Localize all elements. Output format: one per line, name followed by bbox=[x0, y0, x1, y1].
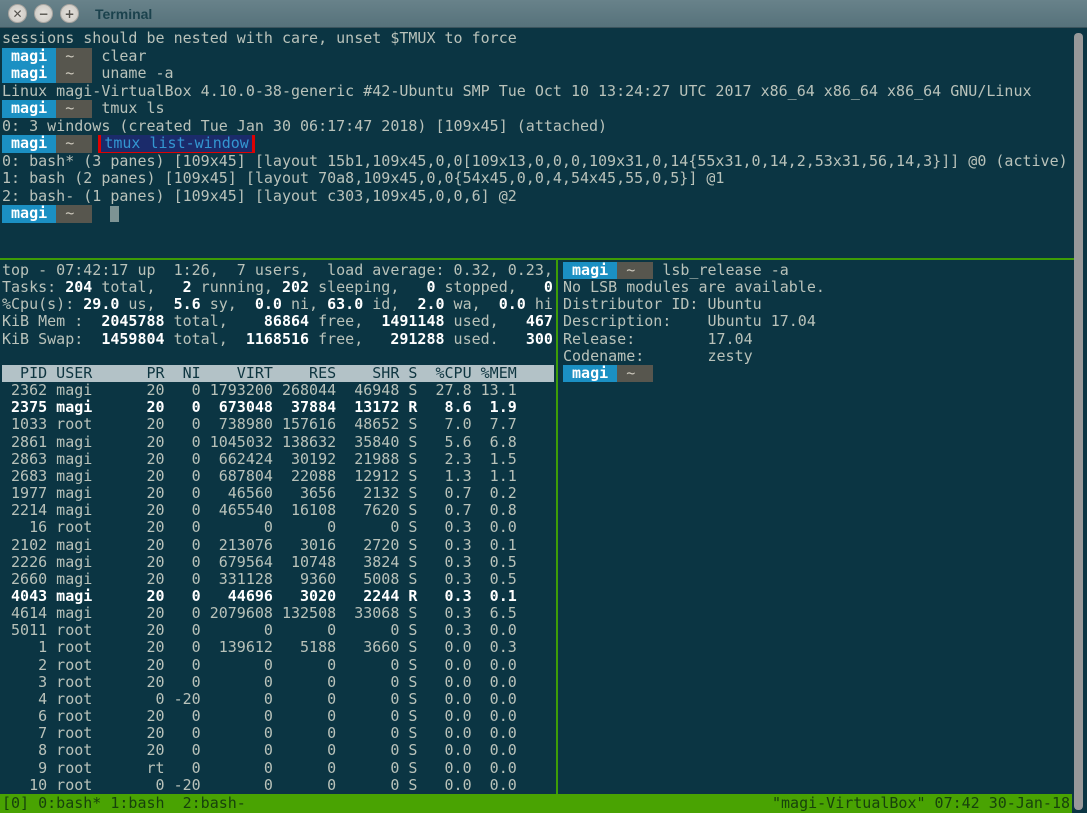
window-controls: ✕ − + bbox=[8, 4, 79, 23]
terminal-line: Tasks: 204 total, 2 running, 202 sleepin… bbox=[2, 279, 554, 296]
terminal-line: KiB Mem : 2045788 total, 86864 free, 149… bbox=[2, 313, 554, 330]
titlebar: ✕ − + Terminal bbox=[0, 0, 1087, 28]
command-text: tmux ls bbox=[101, 100, 164, 117]
terminal-line: 2102 magi 20 0 213076 3016 2720 S 0.3 0.… bbox=[2, 537, 554, 554]
window-title: Terminal bbox=[95, 6, 152, 22]
text-cursor bbox=[110, 206, 119, 222]
terminal-prompt-line: magi ~ uname -a bbox=[2, 65, 1073, 83]
terminal-line: top - 07:42:17 up 1:26, 7 users, load av… bbox=[2, 262, 554, 279]
terminal-line: 2861 magi 20 0 1045032 138632 35840 S 5.… bbox=[2, 434, 554, 451]
prompt-user-chip: magi bbox=[563, 365, 617, 382]
prompt-cwd-chip: ~ bbox=[56, 65, 92, 83]
command-text: clear bbox=[101, 48, 146, 65]
terminal-prompt-line: magi ~ tmux ls bbox=[2, 100, 1073, 118]
terminal-line: 2 root 20 0 0 0 0 S 0.0 0.0 bbox=[2, 657, 554, 674]
tmux-pane-lsb-release[interactable]: magi ~ lsb_release -aNo LSB modules are … bbox=[563, 262, 1074, 794]
terminal-line: 3 root 20 0 0 0 0 S 0.0 0.0 bbox=[2, 674, 554, 691]
terminal-line: 1 root 20 0 139612 5188 3660 S 0.0 0.3 bbox=[2, 639, 554, 656]
terminal-line: %Cpu(s): 29.0 us, 5.6 sy, 0.0 ni, 63.0 i… bbox=[2, 296, 554, 313]
tmux-session-info: "magi-VirtualBox" 07:42 30-Jan-18 bbox=[772, 794, 1070, 813]
terminal-line: 1977 magi 20 0 46560 3656 2132 S 0.7 0.2 bbox=[2, 485, 554, 502]
prompt-cwd-chip: ~ bbox=[56, 100, 92, 118]
close-button[interactable]: ✕ bbox=[8, 4, 27, 23]
terminal-line: 2863 magi 20 0 662424 30192 21988 S 2.3 … bbox=[2, 451, 554, 468]
terminal-line: 2683 magi 20 0 687804 22088 12912 S 1.3 … bbox=[2, 468, 554, 485]
terminal-line: Linux magi-VirtualBox 4.10.0-38-generic … bbox=[2, 83, 1073, 101]
minimize-icon: − bbox=[38, 8, 48, 20]
terminal-line: No LSB modules are available. bbox=[563, 279, 1074, 296]
terminal-line: 8 root 20 0 0 0 0 S 0.0 0.0 bbox=[2, 742, 554, 759]
terminal-line: 1: bash (2 panes) [109x45] [layout 70a8,… bbox=[2, 170, 1073, 188]
minimize-button[interactable]: − bbox=[34, 4, 53, 23]
tmux-pane-divider-vertical[interactable] bbox=[556, 260, 558, 794]
terminal-prompt-line: magi ~ lsb_release -a bbox=[563, 262, 1074, 279]
terminal-line: Description: Ubuntu 17.04 bbox=[563, 313, 1074, 330]
command-text: uname -a bbox=[101, 65, 173, 82]
terminal-prompt-line: magi ~ clear bbox=[2, 48, 1073, 66]
tmux-window-list[interactable]: [0] 0:bash* 1:bash 2:bash- bbox=[2, 794, 246, 813]
prompt-cwd-chip: ~ bbox=[56, 48, 92, 66]
terminal-line: Codename: zesty bbox=[563, 348, 1074, 365]
terminal-viewport[interactable]: sessions should be nested with care, uns… bbox=[0, 28, 1087, 794]
terminal-line: 2362 magi 20 0 1793200 268044 46948 S 27… bbox=[2, 382, 554, 399]
tmux-pane-top-output[interactable]: top - 07:42:17 up 1:26, 7 users, load av… bbox=[2, 262, 554, 794]
terminal-line: 0: bash* (3 panes) [109x45] [layout 15b1… bbox=[2, 153, 1073, 171]
terminal-line: 4043 magi 20 0 44696 3020 2244 R 0.3 0.1 bbox=[2, 588, 554, 605]
terminal-line: 2: bash- (1 panes) [109x45] [layout c303… bbox=[2, 188, 1073, 206]
prompt-user-chip: magi bbox=[2, 205, 56, 223]
terminal-line: sessions should be nested with care, uns… bbox=[2, 30, 1073, 48]
command-text: lsb_release -a bbox=[662, 262, 788, 279]
scrollbar[interactable] bbox=[1074, 33, 1083, 810]
highlighted-command: tmux list-window bbox=[101, 135, 252, 152]
terminal-line: 2226 magi 20 0 679564 10748 3824 S 0.3 0… bbox=[2, 554, 554, 571]
maximize-button[interactable]: + bbox=[60, 4, 79, 23]
terminal-line: 6 root 20 0 0 0 0 S 0.0 0.0 bbox=[2, 708, 554, 725]
terminal-line: 2375 magi 20 0 673048 37884 13172 R 8.6 … bbox=[2, 399, 554, 416]
terminal-line: 0: 3 windows (created Tue Jan 30 06:17:4… bbox=[2, 118, 1073, 136]
prompt-cwd-chip: ~ bbox=[56, 135, 92, 153]
terminal-window: ✕ − + Terminal sessions should be nested… bbox=[0, 0, 1087, 813]
terminal-line: 10 root 0 -20 0 0 0 S 0.0 0.0 bbox=[2, 777, 554, 794]
terminal-prompt-line: magi ~ tmux list-window bbox=[2, 135, 1073, 153]
terminal-line: Release: 17.04 bbox=[563, 331, 1074, 348]
prompt-user-chip: magi bbox=[2, 100, 56, 118]
tmux-pane-shell[interactable]: sessions should be nested with care, uns… bbox=[2, 30, 1073, 258]
tmux-pane-divider-horizontal[interactable] bbox=[0, 258, 1074, 260]
terminal-line: 7 root 20 0 0 0 0 S 0.0 0.0 bbox=[2, 725, 554, 742]
prompt-user-chip: magi bbox=[2, 48, 56, 66]
close-icon: ✕ bbox=[12, 8, 22, 20]
prompt-cwd-chip: ~ bbox=[56, 205, 92, 223]
terminal-prompt-line: magi ~ bbox=[2, 205, 1073, 223]
terminal-line: 9 root rt 0 0 0 0 S 0.0 0.0 bbox=[2, 760, 554, 777]
terminal-line: KiB Swap: 1459804 total, 1168516 free, 2… bbox=[2, 331, 554, 348]
tmux-status-bar: [0] 0:bash* 1:bash 2:bash- "magi-Virtual… bbox=[0, 794, 1072, 813]
terminal-line bbox=[2, 348, 554, 365]
process-table-header: PID USER PR NI VIRT RES SHR S %CPU %MEM bbox=[2, 365, 554, 382]
terminal-line: Distributor ID: Ubuntu bbox=[563, 296, 1074, 313]
terminal-line: 5011 root 20 0 0 0 0 S 0.3 0.0 bbox=[2, 622, 554, 639]
terminal-prompt-line: magi ~ bbox=[563, 365, 1074, 382]
maximize-icon: + bbox=[64, 8, 74, 20]
prompt-user-chip: magi bbox=[563, 262, 617, 279]
terminal-line: 1033 root 20 0 738980 157616 48652 S 7.0… bbox=[2, 416, 554, 433]
terminal-line: 4 root 0 -20 0 0 0 S 0.0 0.0 bbox=[2, 691, 554, 708]
prompt-cwd-chip: ~ bbox=[617, 262, 653, 279]
terminal-line: 2660 magi 20 0 331128 9360 5008 S 0.3 0.… bbox=[2, 571, 554, 588]
terminal-line: 16 root 20 0 0 0 0 S 0.3 0.0 bbox=[2, 519, 554, 536]
terminal-line: 4614 magi 20 0 2079608 132508 33068 S 0.… bbox=[2, 605, 554, 622]
terminal-line: 2214 magi 20 0 465540 16108 7620 S 0.7 0… bbox=[2, 502, 554, 519]
prompt-cwd-chip: ~ bbox=[617, 365, 653, 382]
prompt-user-chip: magi bbox=[2, 135, 56, 153]
prompt-user-chip: magi bbox=[2, 65, 56, 83]
